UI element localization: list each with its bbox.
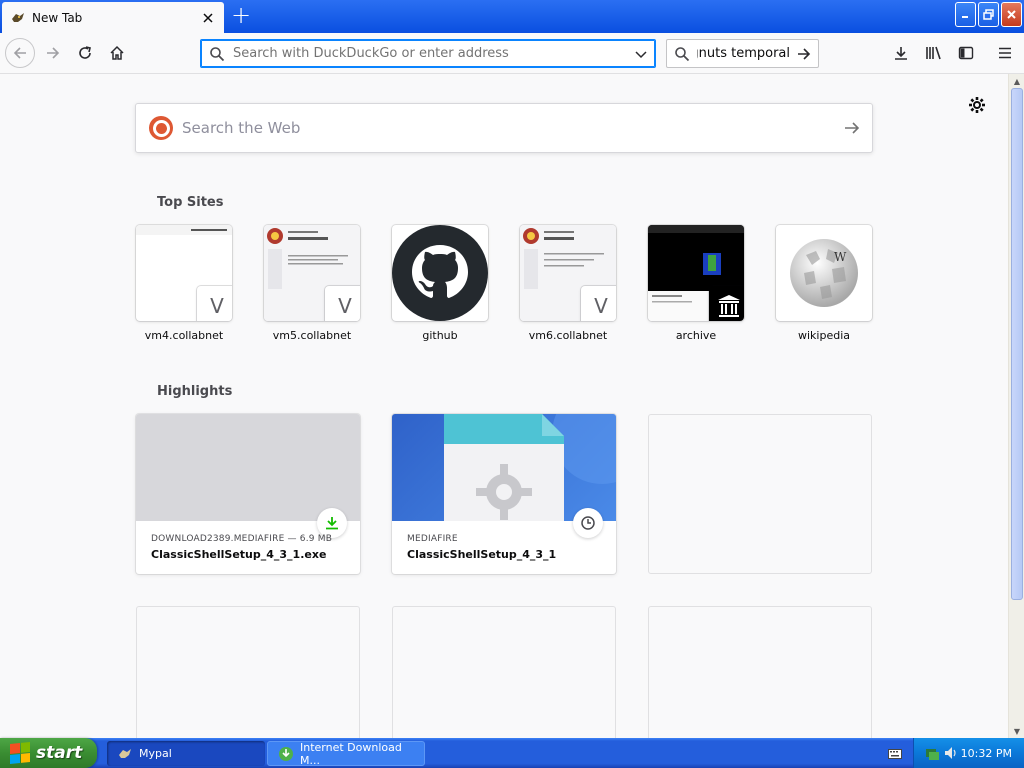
taskbar-item-label: Internet Download M...	[300, 740, 402, 767]
github-icon	[392, 225, 488, 321]
wikipedia-globe-icon: W	[790, 239, 858, 307]
scroll-up-arrow[interactable]: ▲	[1010, 74, 1024, 88]
site-thumbnail: V	[136, 225, 232, 321]
sidebar-button[interactable]	[951, 38, 981, 68]
site-thumbnail	[392, 225, 488, 321]
close-window-button[interactable]	[1001, 2, 1022, 27]
search-bar[interactable]: Firefox gnuts temporal	[666, 39, 819, 68]
highlight-card[interactable]: DOWNLOAD2389.MEDIAFIRE — 6.9 MB ClassicS…	[136, 414, 360, 574]
tab-title: New Tab	[32, 10, 83, 25]
highlight-host: DOWNLOAD2389.MEDIAFIRE — 6.9 MB	[151, 534, 333, 544]
back-button[interactable]	[5, 38, 35, 68]
top-site-archive[interactable]: archive	[648, 225, 744, 342]
window-controls	[955, 2, 1022, 27]
chevron-down-icon[interactable]	[627, 47, 655, 61]
highlight-title: ClassicShellSetup_4_3_1.exe	[151, 548, 327, 561]
site-label: vm5.collabnet	[272, 329, 352, 342]
site-thumbnail: V	[520, 225, 616, 321]
clock-icon	[573, 508, 603, 538]
web-search-input[interactable]	[182, 119, 832, 137]
vertical-scrollbar[interactable]: ▲ ▼	[1008, 74, 1024, 738]
new-tab-page: Top Sites V vm4.collabnet V vm5.collabne…	[0, 74, 1008, 738]
search-icon	[201, 46, 233, 62]
top-site-vm4-collabnet[interactable]: V vm4.collabnet	[136, 225, 232, 342]
library-button[interactable]	[919, 38, 949, 68]
top-site-vm5-collabnet[interactable]: V vm5.collabnet	[264, 225, 360, 342]
search-input[interactable]: Firefox gnuts temporal	[697, 46, 790, 61]
start-button[interactable]: start	[0, 738, 97, 768]
site-label: vm4.collabnet	[144, 329, 224, 342]
start-label: start	[36, 743, 83, 763]
highlight-placeholder	[392, 606, 616, 738]
archive-icon	[709, 286, 744, 321]
highlight-host: MEDIAFIRE	[407, 534, 458, 544]
keyboard-icon[interactable]	[884, 741, 906, 766]
gear-icon[interactable]	[965, 93, 989, 117]
highlight-thumbnail	[392, 414, 616, 521]
highlight-placeholder	[648, 414, 872, 574]
top-site-vm6-collabnet[interactable]: V vm6.collabnet	[520, 225, 616, 342]
taskbar-item-mypal[interactable]: Mypal	[107, 741, 265, 766]
duckduckgo-icon	[149, 116, 173, 140]
mypal-icon	[117, 746, 133, 762]
tab-strip: New Tab +	[0, 0, 1024, 33]
url-input[interactable]	[233, 46, 627, 61]
taskbar-item-label: Mypal	[139, 747, 172, 760]
web-search-box[interactable]	[135, 103, 873, 153]
site-label: vm6.collabnet	[528, 329, 608, 342]
windows-flag-icon	[10, 741, 30, 765]
internet-download-manager-icon	[278, 746, 294, 762]
top-site-wikipedia[interactable]: W wikipedia	[776, 225, 872, 342]
wiki-w: W	[834, 250, 847, 264]
site-thumbnail: V	[264, 225, 360, 321]
site-badge: V	[325, 286, 360, 321]
highlight-placeholder	[136, 606, 360, 738]
browser-window: New Tab + Search with DuckDuckGo or ente…	[0, 0, 1024, 738]
scroll-down-arrow[interactable]: ▼	[1010, 724, 1024, 738]
top-sites-heading: Top Sites	[157, 195, 224, 210]
scrollbar-thumb[interactable]	[1011, 88, 1023, 600]
forward-button[interactable]	[38, 38, 68, 68]
site-label: github	[422, 329, 458, 342]
close-tab-icon[interactable]	[198, 8, 218, 28]
system-tray: 10:32 PM	[913, 738, 1024, 768]
site-thumbnail: W	[776, 225, 872, 321]
speaker-icon[interactable]	[943, 745, 959, 761]
highlight-placeholder	[648, 606, 872, 738]
restore-button[interactable]	[978, 2, 999, 27]
url-bar[interactable]	[200, 39, 656, 68]
taskbar-item-idm[interactable]: Internet Download M...	[267, 740, 425, 767]
tray-icons	[924, 745, 959, 761]
highlight-card[interactable]: MEDIAFIRE ClassicShellSetup_4_3_1	[392, 414, 616, 574]
windows-taskbar: start Mypal Internet Download M... 10:32…	[0, 738, 1024, 768]
downloads-button[interactable]	[886, 38, 916, 68]
tab-new-tab[interactable]: New Tab	[2, 2, 224, 33]
new-tab-button[interactable]: +	[228, 3, 254, 28]
site-badge: V	[581, 286, 616, 321]
site-label: archive	[675, 329, 717, 342]
network-icon[interactable]	[924, 745, 940, 761]
mypal-icon	[10, 10, 26, 26]
minimize-button[interactable]	[955, 2, 976, 27]
reload-button[interactable]	[70, 38, 100, 68]
navigation-toolbar: Firefox gnuts temporal	[0, 33, 1024, 74]
clock: 10:32 PM	[960, 746, 1012, 760]
site-thumbnail	[648, 225, 744, 321]
site-badge: V	[197, 286, 232, 321]
arrow-right-icon[interactable]	[790, 46, 818, 62]
highlights-heading: Highlights	[157, 384, 233, 399]
site-label: wikipedia	[797, 329, 850, 342]
highlight-title: ClassicShellSetup_4_3_1	[407, 548, 557, 561]
menu-button[interactable]	[990, 38, 1020, 68]
search-icon	[667, 46, 697, 62]
home-button[interactable]	[102, 38, 132, 68]
top-site-github[interactable]: github	[392, 225, 488, 342]
highlight-thumbnail	[136, 414, 360, 521]
arrow-right-icon[interactable]	[832, 119, 872, 137]
